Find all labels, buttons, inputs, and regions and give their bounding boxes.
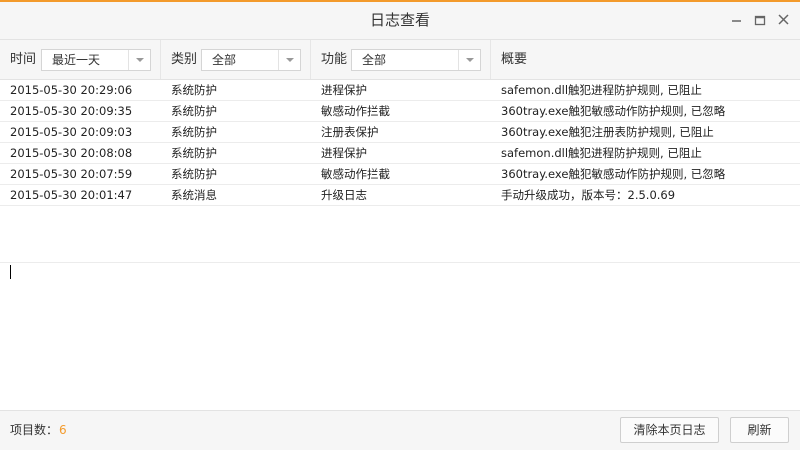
- row-time: 2015-05-30 20:29:06: [10, 83, 133, 97]
- row-summary: safemon.dll触犯进程防护规则, 已阻止: [501, 146, 702, 160]
- minimize-icon[interactable]: [729, 12, 745, 28]
- table-row[interactable]: 2015-05-30 20:08:08 系统防护 进程保护 safemon.dl…: [0, 143, 800, 164]
- row-time: 2015-05-30 20:09:03: [10, 125, 133, 139]
- text-caret: [10, 265, 11, 279]
- category-filter-value: 全部: [212, 53, 237, 67]
- row-summary: 360tray.exe触犯注册表防护规则, 已阻止: [501, 125, 714, 139]
- row-time: 2015-05-30 20:09:35: [10, 104, 133, 118]
- row-time: 2015-05-30 20:07:59: [10, 167, 133, 181]
- time-filter-select[interactable]: 最近一天: [41, 49, 151, 71]
- maximize-icon[interactable]: [752, 12, 768, 28]
- filter-bar: 时间 最近一天 类别 全部 功能 全部 概要: [0, 40, 800, 80]
- row-category: 系统防护: [171, 104, 217, 118]
- category-filter-select[interactable]: 全部: [201, 49, 301, 71]
- row-summary: 360tray.exe触犯敏感动作防护规则, 已忽略: [501, 167, 726, 181]
- function-filter-label: 功能: [321, 52, 348, 67]
- row-function: 敏感动作拦截: [321, 104, 390, 118]
- refresh-button[interactable]: 刷新: [730, 417, 789, 443]
- close-icon[interactable]: [776, 12, 792, 28]
- clear-page-logs-button[interactable]: 清除本页日志: [620, 417, 719, 443]
- item-count-value: 6: [59, 423, 67, 437]
- row-function: 升级日志: [321, 188, 367, 202]
- summary-header: 概要: [491, 40, 800, 79]
- summary-header-label: 概要: [501, 52, 528, 67]
- title-bar: 日志查看: [0, 2, 800, 40]
- table-row[interactable]: 2015-05-30 20:07:59 系统防护 敏感动作拦截 360tray.…: [0, 164, 800, 185]
- row-function: 注册表保护: [321, 125, 379, 139]
- chevron-down-icon[interactable]: [128, 50, 150, 70]
- item-count-label: 项目数：: [10, 423, 59, 437]
- row-function: 进程保护: [321, 146, 367, 160]
- table-row[interactable]: 2015-05-30 20:29:06 系统防护 进程保护 safemon.dl…: [0, 80, 800, 101]
- category-filter-label: 类别: [171, 52, 198, 67]
- row-summary: safemon.dll触犯进程防护规则, 已阻止: [501, 83, 702, 97]
- time-filter: 时间 最近一天: [0, 40, 160, 79]
- row-category: 系统防护: [171, 83, 217, 97]
- category-filter: 类别 全部: [161, 40, 310, 79]
- log-table: 2015-05-30 20:29:06 系统防护 进程保护 safemon.dl…: [0, 80, 800, 206]
- chevron-down-icon[interactable]: [278, 50, 300, 70]
- table-row[interactable]: 2015-05-30 20:01:47 系统消息 升级日志 手动升级成功，版本号…: [0, 185, 800, 206]
- time-filter-value: 最近一天: [52, 53, 101, 67]
- table-row[interactable]: 2015-05-30 20:09:35 系统防护 敏感动作拦截 360tray.…: [0, 101, 800, 122]
- row-time: 2015-05-30 20:01:47: [10, 188, 133, 202]
- function-filter-select[interactable]: 全部: [351, 49, 481, 71]
- window-title: 日志查看: [369, 11, 430, 29]
- chevron-down-icon[interactable]: [458, 50, 480, 70]
- row-time: 2015-05-30 20:08:08: [10, 146, 133, 160]
- function-filter: 功能 全部: [311, 40, 490, 79]
- row-function: 进程保护: [321, 83, 367, 97]
- time-filter-label: 时间: [10, 52, 37, 67]
- footer-bar: 项目数： 6 清除本页日志 刷新: [0, 410, 800, 450]
- table-row[interactable]: 2015-05-30 20:09:03 系统防护 注册表保护 360tray.e…: [0, 122, 800, 143]
- row-summary: 手动升级成功，版本号：2.5.0.69: [501, 188, 676, 202]
- content-divider: [0, 262, 800, 263]
- row-category: 系统防护: [171, 146, 217, 160]
- row-summary: 360tray.exe触犯敏感动作防护规则, 已忽略: [501, 104, 726, 118]
- function-filter-value: 全部: [362, 53, 387, 67]
- row-function: 敏感动作拦截: [321, 167, 390, 181]
- row-category: 系统防护: [171, 167, 217, 181]
- row-category: 系统消息: [171, 188, 217, 202]
- row-category: 系统防护: [171, 125, 217, 139]
